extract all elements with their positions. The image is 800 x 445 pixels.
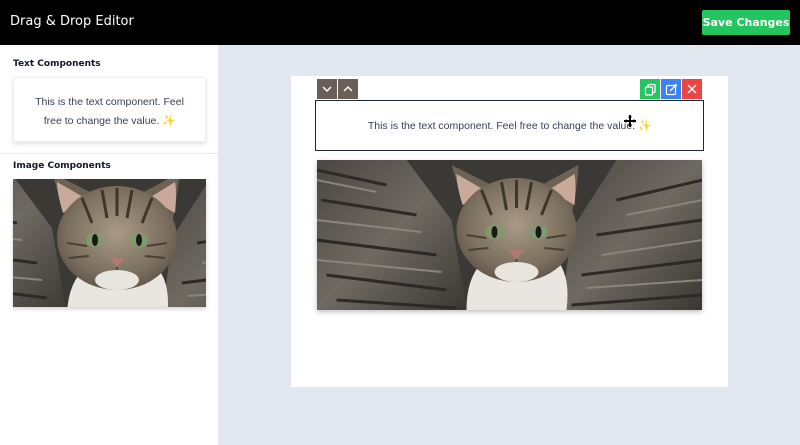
sparkles-icon: ✨ (162, 115, 176, 127)
image-component[interactable] (317, 160, 702, 310)
move-down-button[interactable] (317, 79, 337, 99)
editor-canvas[interactable]: This is the text component. Feel free to… (291, 76, 728, 387)
chevron-up-icon (343, 85, 353, 92)
text-component-card[interactable]: This is the text component. Feel free to… (13, 77, 206, 142)
edit-button[interactable] (661, 79, 681, 99)
delete-button[interactable] (682, 79, 702, 99)
text-component-content: This is the text component. Feel free to… (367, 120, 636, 132)
chevron-down-icon (322, 86, 332, 93)
duplicate-button[interactable] (640, 79, 660, 99)
image-component-card[interactable] (13, 179, 206, 307)
text-components-heading: Text Components (13, 59, 101, 69)
image-components-heading: Image Components (13, 161, 111, 171)
sparkles-icon: ✨ (638, 120, 652, 132)
component-sidebar: Text Components This is the text compone… (0, 45, 219, 445)
pencil-icon (665, 83, 677, 95)
sidebar-divider (0, 153, 219, 154)
top-bar: Drag & Drop Editor Save Changes (0, 0, 800, 45)
close-icon (687, 84, 697, 94)
cat-image (13, 179, 206, 307)
move-up-button[interactable] (338, 79, 358, 99)
save-changes-button[interactable]: Save Changes (702, 10, 790, 35)
app-title: Drag & Drop Editor (10, 14, 134, 29)
move-cursor-icon (624, 115, 636, 127)
cat-image (317, 160, 702, 310)
selected-text-component[interactable]: This is the text component. Feel free to… (315, 100, 704, 151)
copy-icon (644, 83, 656, 96)
